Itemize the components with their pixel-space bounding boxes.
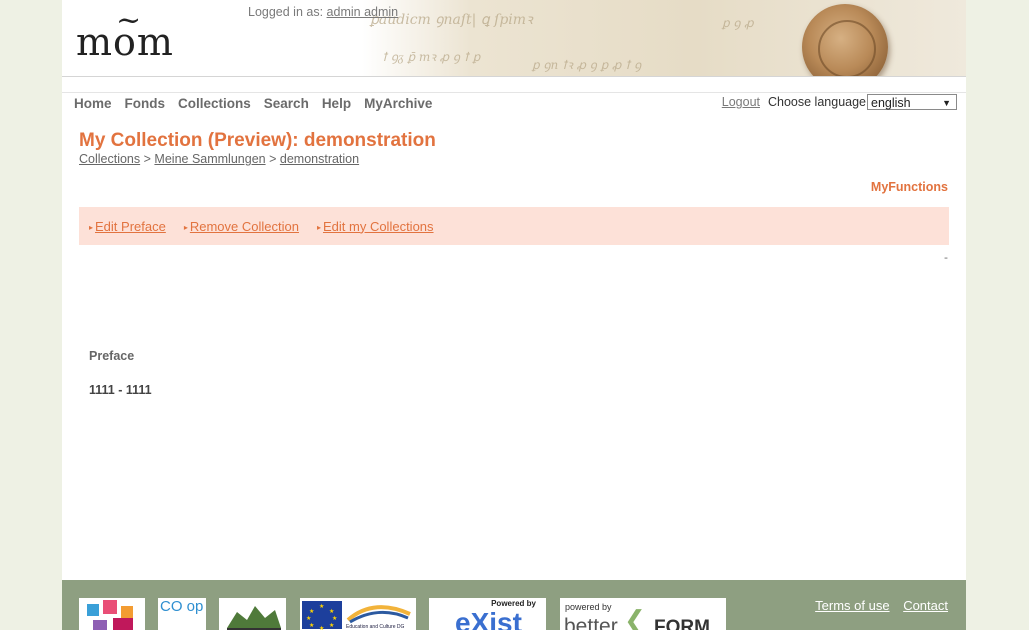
bullet-triangle-icon: ▸ [316, 222, 321, 232]
dropdown-arrow-icon: ▼ [942, 98, 951, 108]
eu-logo-caption: Education and Culture DG [346, 624, 405, 630]
page-container: ꝑaudicm ꝯnaſt| ꝗ ſpimꝛ ꝉ ꝯᵹ ꝑ̄ mꝛ ꝓ ꝯ ꝉ … [62, 0, 966, 630]
page-title: My Collection (Preview): demonstration [79, 130, 436, 151]
login-prefix: Logged in as: [248, 5, 324, 19]
login-status: Logged in as: admin admin [248, 5, 398, 19]
breadcrumb: Collections > Meine Sammlungen > demonst… [79, 152, 359, 166]
partner-logo-betterform[interactable]: powered by better ❮ FORM [560, 598, 726, 630]
partner-logo-squares[interactable] [79, 598, 145, 630]
function-bar: ▸ Edit Preface ▸ Remove Collection ▸ Edit m… [79, 207, 949, 245]
edit-preface-label: Edit Preface [95, 218, 166, 234]
nav-collections[interactable]: Collections [178, 96, 251, 111]
nav-help[interactable]: Help [322, 96, 351, 111]
edit-my-collections-link[interactable]: ▸ Edit my Collections [317, 219, 434, 234]
exist-logo-text: eXist [455, 607, 522, 630]
logo-text: mom [76, 20, 174, 64]
nav-myarchive[interactable]: MyArchive [364, 96, 432, 111]
nav-fonds[interactable]: Fonds [125, 96, 166, 111]
nav-search[interactable]: Search [264, 96, 309, 111]
nav-home[interactable]: Home [74, 96, 112, 111]
betterform-chevron-icon: ❮ [624, 606, 646, 630]
breadcrumb-demonstration[interactable]: demonstration [280, 152, 359, 166]
language-selected-value: english [871, 96, 911, 110]
edit-preface-link[interactable]: ▸ Edit Preface [89, 219, 166, 234]
enarc-logo-icon [227, 606, 281, 630]
main-nav: Home Fonds Collections Search Help MyArc… [74, 96, 445, 111]
partner-logo-enarc[interactable] [219, 598, 286, 630]
date-range: 1111 - 1111 [89, 383, 152, 397]
contact-link[interactable]: Contact [903, 598, 948, 613]
remove-collection-label: Remove Collection [189, 218, 299, 234]
myfunctions-label: MyFunctions [870, 180, 948, 194]
partner-logo-coop[interactable]: CO op [158, 598, 206, 630]
header: ꝑaudicm ꝯnaſt| ꝗ ſpimꝛ ꝉ ꝯᵹ ꝑ̄ mꝛ ꝓ ꝯ ꝉ … [62, 0, 966, 76]
partner-logo-eu[interactable]: ★ ★ ★ ★ ★ ★ ★ ★ Education and Culture DG [300, 598, 416, 630]
logout-link[interactable]: Logout [722, 95, 760, 109]
dash-marker: - [944, 251, 948, 264]
breadcrumb-meine-sammlungen[interactable]: Meine Sammlungen [154, 152, 265, 166]
footer: CO op ★ ★ ★ ★ ★ ★ ★ ★ Education and Culture … [62, 580, 966, 630]
bullet-triangle-icon: ▸ [183, 222, 188, 232]
betterform-better-text: better [564, 615, 618, 630]
preface-label: Preface [89, 349, 135, 363]
partner-logo-exist[interactable]: Powered by eXist [429, 598, 546, 630]
language-select[interactable]: english ▼ [867, 94, 957, 110]
user-tools: Logout Choose language english ▼ [722, 94, 957, 110]
bullet-triangle-icon: ▸ [89, 222, 94, 232]
header-divider [62, 76, 966, 77]
edit-my-collections-label: Edit my Collections [322, 218, 434, 234]
breadcrumb-separator: > [143, 152, 151, 166]
coop-logo-text: CO op [160, 598, 204, 615]
choose-language-label: Choose language [768, 95, 866, 109]
betterform-form-text: FORM [654, 617, 710, 630]
footer-links: Terms of use Contact [805, 598, 948, 613]
eu-swoosh-icon [346, 605, 411, 624]
betterform-powered-text: powered by [565, 602, 612, 612]
breadcrumb-separator: > [269, 152, 277, 166]
remove-collection-link[interactable]: ▸ Remove Collection [184, 219, 299, 234]
nav-divider [62, 92, 966, 93]
site-logo[interactable]: ~ mom [76, 6, 192, 66]
login-user-link[interactable]: admin admin [327, 5, 399, 19]
breadcrumb-collections[interactable]: Collections [79, 152, 140, 166]
terms-of-use-link[interactable]: Terms of use [815, 598, 889, 613]
eu-flag-icon: ★ ★ ★ ★ ★ ★ ★ ★ [302, 601, 342, 630]
